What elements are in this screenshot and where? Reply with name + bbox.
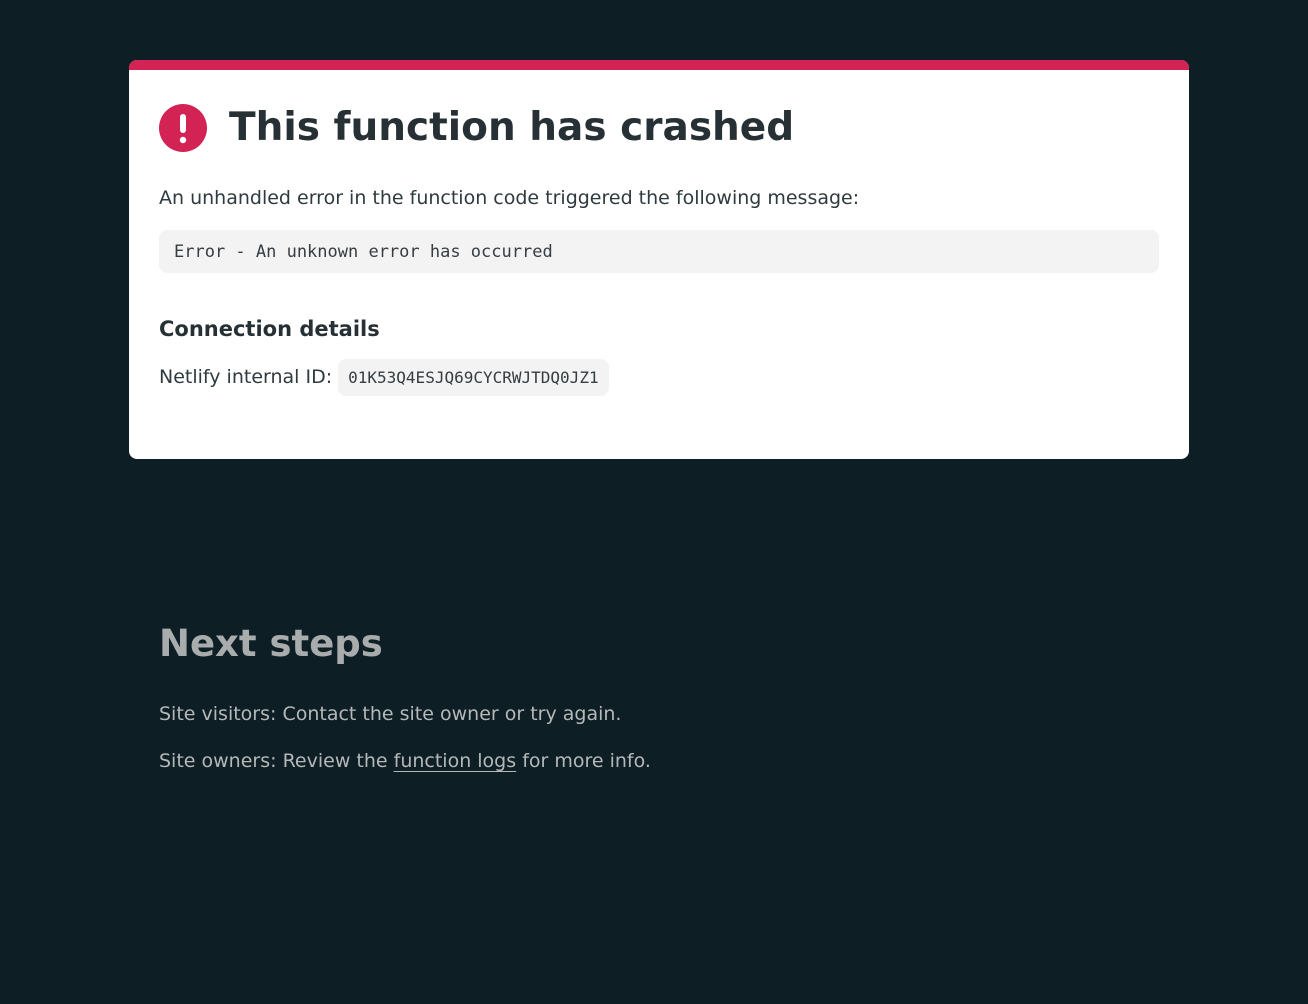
error-card: This function has crashed An unhandled e…: [129, 60, 1189, 459]
alert-circle-icon: [159, 104, 207, 152]
owners-instructions: Site owners: Review the function logs fo…: [159, 749, 651, 773]
internal-id-value: 01K53Q4ESJQ69CYCRWJTDQ0JZ1: [338, 358, 609, 396]
card-accent-bar: [129, 60, 1189, 70]
connection-details-heading: Connection details: [159, 317, 380, 341]
visitors-instructions: Site visitors: Contact the site owner or…: [159, 703, 622, 725]
next-steps-heading: Next steps: [159, 622, 383, 665]
error-message: Error - An unknown error has occurred: [174, 241, 553, 262]
error-intro-text: An unhandled error in the function code …: [159, 187, 860, 209]
internal-id-row: Netlify internal ID: 01K53Q4ESJQ69CYCRWJ…: [159, 358, 609, 396]
function-logs-link[interactable]: function logs: [394, 750, 517, 772]
internal-id-label: Netlify internal ID:: [159, 366, 333, 388]
owners-prefix: Site owners: Review the: [159, 750, 394, 772]
title-row: This function has crashed: [159, 103, 794, 153]
page-title: This function has crashed: [229, 105, 795, 150]
owners-suffix: for more info.: [516, 750, 651, 772]
error-message-box: Error - An unknown error has occurred: [159, 230, 1159, 273]
